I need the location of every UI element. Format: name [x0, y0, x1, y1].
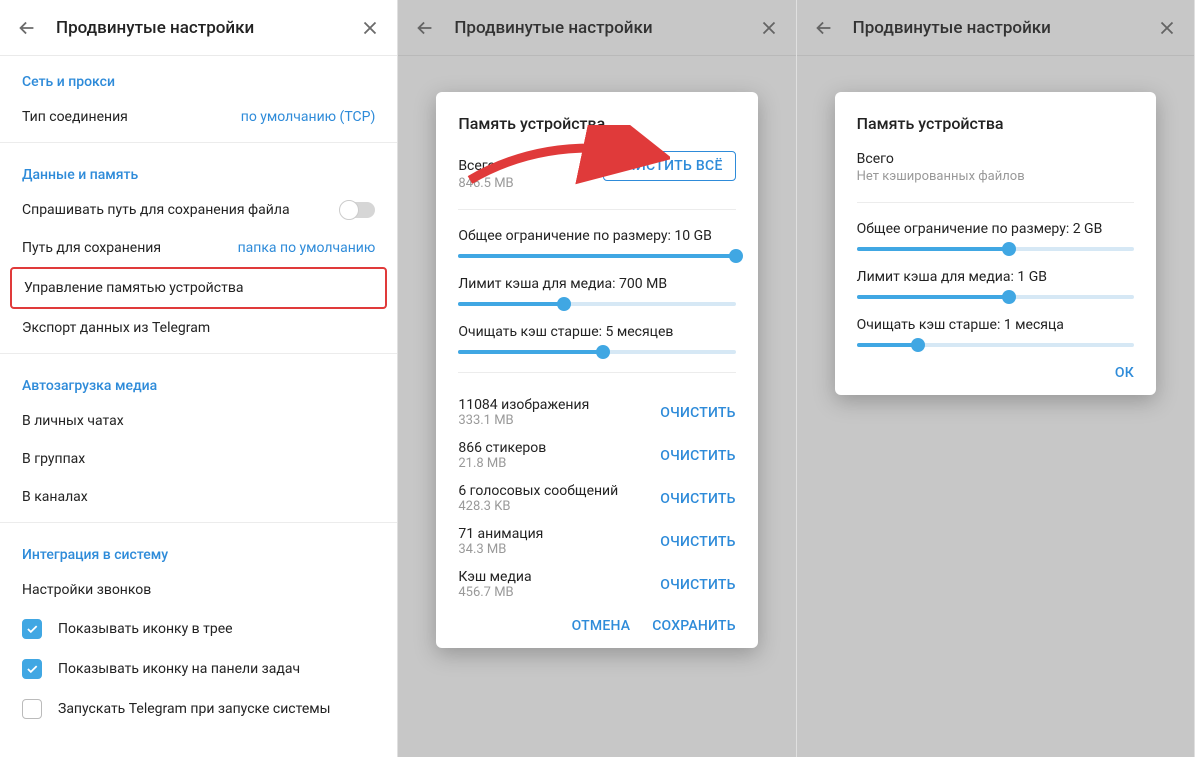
row-ask-save-path[interactable]: Спрашивать путь для сохранения файла	[0, 191, 397, 229]
cache-item-size: 456.7 MB	[458, 585, 531, 600]
save-button[interactable]: СОХРАНИТЬ	[652, 618, 735, 634]
total-label: Всего	[458, 158, 513, 174]
slider-size-limit[interactable]	[458, 254, 735, 258]
dialog-title: Память устройства	[458, 114, 735, 133]
dialog-actions: ОК	[857, 365, 1134, 381]
cache-item-name: 6 голосовых сообщений	[458, 483, 618, 499]
row-taskbar-icon[interactable]: Показывать иконку на панели задач	[0, 649, 397, 689]
panel-3-advanced-settings: Продвинутые настройки Память устройства …	[797, 0, 1195, 757]
cache-item-name: 866 стикеров	[458, 440, 546, 456]
cache-item: 71 анимация34.3 MB ОЧИСТИТЬ	[458, 520, 735, 563]
slider-media-limit[interactable]	[458, 302, 735, 306]
close-icon[interactable]	[359, 17, 381, 39]
row-export-data[interactable]: Экспорт данных из Telegram	[0, 309, 397, 347]
slider-age-limit[interactable]	[458, 350, 735, 354]
section-network-title: Сеть и прокси	[0, 56, 397, 98]
cache-item: 866 стикеров21.8 MB ОЧИСТИТЬ	[458, 434, 735, 477]
dialog-actions: ОТМЕНА СОХРАНИТЬ	[458, 618, 735, 634]
cache-item: 6 голосовых сообщений428.3 KB ОЧИСТИТЬ	[458, 477, 735, 520]
media-limit-label: Лимит кэша для медиа: 700 MB	[458, 276, 735, 292]
size-limit-label: Общее ограничение по размеру: 10 GB	[458, 228, 735, 244]
section-autoload-title: Автозагрузка медиа	[0, 360, 397, 402]
row-connection-type[interactable]: Тип соединения по умолчанию (TCP)	[0, 98, 397, 136]
cache-item-name: 71 анимация	[458, 526, 543, 542]
size-limit-label: Общее ограничение по размеру: 2 GB	[857, 221, 1134, 237]
cache-item-size: 333.1 MB	[458, 413, 589, 428]
header-title: Продвинутые настройки	[56, 18, 359, 38]
toggle-ask-path[interactable]	[341, 202, 375, 218]
cache-item: 11084 изображения333.1 MB ОЧИСТИТЬ	[458, 391, 735, 434]
row-autostart[interactable]: Запускать Telegram при запуске системы	[0, 689, 397, 729]
section-system-title: Интеграция в систему	[0, 529, 397, 571]
highlighted-storage-row: Управление памятью устройства	[10, 267, 387, 309]
slider-size-limit[interactable]	[857, 247, 1134, 251]
header: Продвинутые настройки	[0, 0, 397, 56]
media-limit-label: Лимит кэша для медиа: 1 GB	[857, 269, 1134, 285]
settings-scroll: Сеть и прокси Тип соединения по умолчани…	[0, 56, 397, 757]
dialog-title: Память устройства	[857, 114, 1134, 133]
row-call-settings[interactable]: Настройки звонков	[0, 571, 397, 609]
clear-all-button[interactable]: ОЧИСТИТЬ ВСЁ	[603, 151, 736, 181]
row-save-path[interactable]: Путь для сохранения папка по умолчанию	[0, 229, 397, 267]
row-tray-icon[interactable]: Показывать иконку в трее	[0, 609, 397, 649]
back-arrow-icon[interactable]	[16, 17, 38, 39]
dialog-device-storage-empty: Память устройства Всего Нет кэшированных…	[835, 92, 1156, 395]
clear-button[interactable]: ОЧИСТИТЬ	[660, 448, 735, 464]
cancel-button[interactable]: ОТМЕНА	[572, 618, 631, 634]
checkbox-autostart[interactable]	[22, 699, 42, 719]
slider-age-limit[interactable]	[857, 343, 1134, 347]
age-limit-label: Очищать кэш старше: 1 месяца	[857, 317, 1134, 333]
cache-item-name: Кэш медиа	[458, 569, 531, 585]
panel-1-advanced-settings: Продвинутые настройки Сеть и прокси Тип …	[0, 0, 398, 757]
total-value: 846.5 MB	[458, 176, 513, 191]
panel-2-advanced-settings: Продвинутые настройки Память устройства …	[398, 0, 796, 757]
cache-item-size: 428.3 KB	[458, 499, 618, 514]
row-autoload-channels[interactable]: В каналах	[0, 478, 397, 516]
age-limit-label: Очищать кэш старше: 5 месяцев	[458, 324, 735, 340]
cache-item-size: 34.3 MB	[458, 542, 543, 557]
clear-button[interactable]: ОЧИСТИТЬ	[660, 405, 735, 421]
dialog-device-storage: Память устройства Всего 846.5 MB ОЧИСТИТ…	[436, 92, 757, 648]
cache-item-name: 11084 изображения	[458, 397, 589, 413]
checkbox-tray[interactable]	[22, 619, 42, 639]
total-value: Нет кэшированных файлов	[857, 169, 1134, 184]
row-autoload-groups[interactable]: В группах	[0, 440, 397, 478]
checkbox-taskbar[interactable]	[22, 659, 42, 679]
ok-button[interactable]: ОК	[1115, 365, 1134, 381]
total-label: Всего	[857, 151, 1134, 167]
clear-button[interactable]: ОЧИСТИТЬ	[660, 491, 735, 507]
cache-item-size: 21.8 MB	[458, 456, 546, 471]
section-data-title: Данные и память	[0, 149, 397, 191]
row-storage-management[interactable]: Управление памятью устройства	[12, 269, 385, 307]
clear-button[interactable]: ОЧИСТИТЬ	[660, 534, 735, 550]
row-autoload-private[interactable]: В личных чатах	[0, 402, 397, 440]
cache-item: Кэш медиа456.7 MB ОЧИСТИТЬ	[458, 563, 735, 606]
clear-button[interactable]: ОЧИСТИТЬ	[660, 577, 735, 593]
slider-media-limit[interactable]	[857, 295, 1134, 299]
